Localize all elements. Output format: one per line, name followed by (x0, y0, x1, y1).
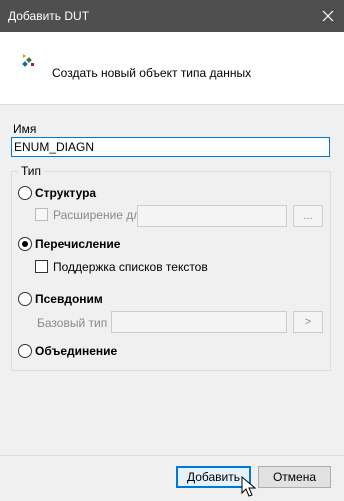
dialog-header: Создать новый объект типа данных (0, 32, 344, 105)
title-bar: Добавить DUT (0, 0, 344, 32)
header-text: Создать новый объект типа данных (52, 66, 252, 80)
type-group-legend: Тип (18, 164, 45, 178)
add-button[interactable]: Добавить (176, 466, 251, 488)
radio-union[interactable] (18, 344, 32, 358)
radio-structure-label[interactable]: Структура (35, 186, 96, 200)
base-type-field (111, 311, 287, 333)
text-list-label[interactable]: Поддержка списков текстов (53, 260, 208, 274)
footer-divider (0, 455, 344, 456)
name-input[interactable] (11, 137, 330, 157)
close-icon (322, 10, 334, 22)
text-list-checkbox[interactable] (35, 260, 48, 273)
radio-enumeration[interactable] (18, 237, 32, 251)
extends-field (137, 205, 287, 227)
close-button[interactable] (312, 0, 344, 32)
mouse-cursor-icon (241, 476, 257, 497)
radio-enumeration-label[interactable]: Перечисление (35, 237, 120, 251)
radio-alias-label[interactable]: Псевдоним (35, 292, 103, 306)
name-label: Имя (13, 122, 37, 136)
extends-checkbox (35, 208, 48, 221)
radio-alias[interactable] (18, 292, 32, 306)
window-title: Добавить DUT (8, 9, 90, 23)
radio-structure[interactable] (18, 186, 32, 200)
extends-label: Расширение для (53, 208, 147, 222)
dut-icon (22, 54, 34, 67)
radio-union-label[interactable]: Объединение (35, 344, 117, 358)
base-type-label: Базовый тип (37, 316, 108, 330)
extends-browse-button: ... (293, 205, 323, 227)
cancel-button[interactable]: Отмена (258, 466, 331, 488)
base-type-browse-button: > (293, 311, 323, 333)
